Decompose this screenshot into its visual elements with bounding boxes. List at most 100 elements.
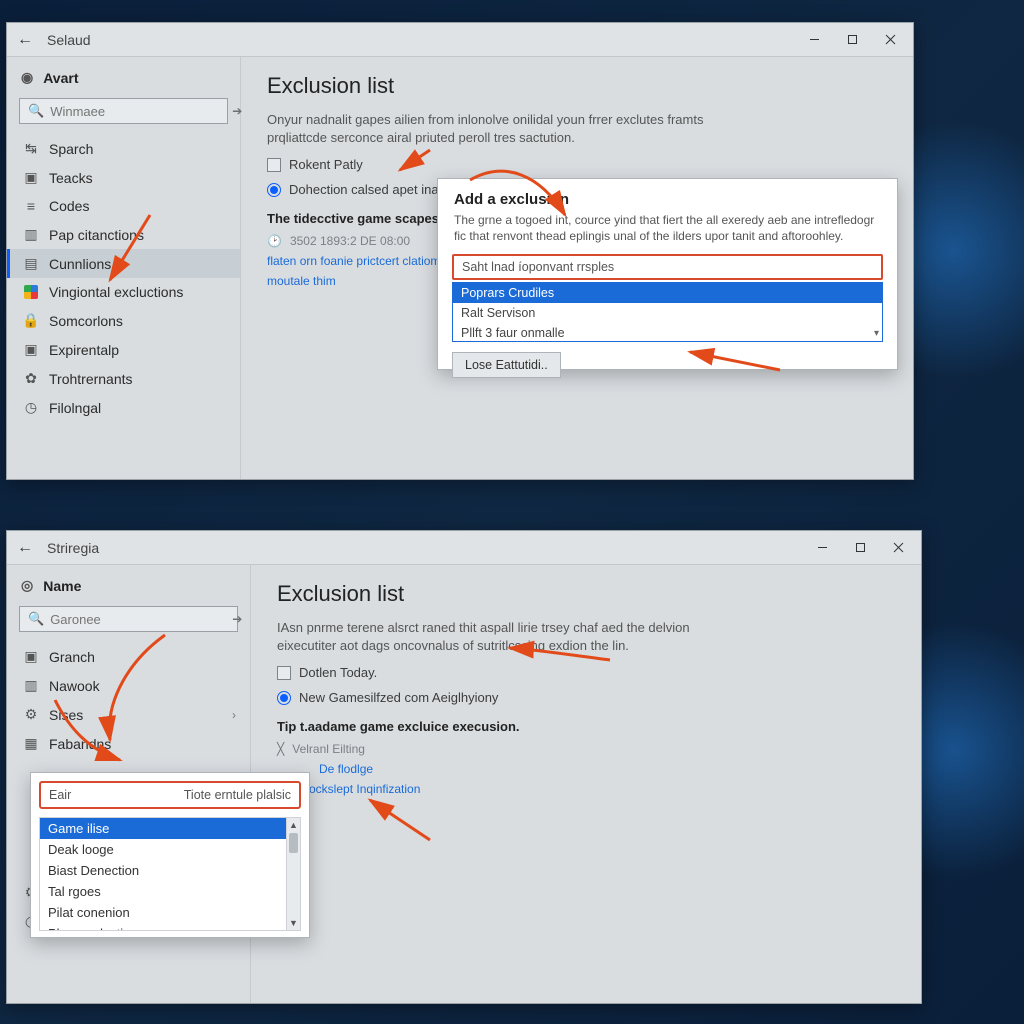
nav-icon: ▣ bbox=[23, 648, 39, 665]
sidebar-header: Name bbox=[43, 578, 81, 594]
maximize-button[interactable] bbox=[841, 534, 879, 562]
exclusion-type-input[interactable]: Saht lnad íoponvant rrsples bbox=[452, 254, 883, 280]
search-go-icon[interactable]: ➔ bbox=[232, 612, 242, 626]
scrollbar[interactable]: ▲ ▼ bbox=[286, 818, 300, 930]
window-controls bbox=[795, 26, 909, 54]
dropdown-option[interactable]: Pllft 3 faur onmalle bbox=[453, 323, 882, 342]
nav-icon: ⚙ bbox=[23, 706, 39, 723]
dropdown-option[interactable]: Poprars Crudiles bbox=[453, 283, 882, 303]
page-description: IAsn pnrme terene alsrct raned thit aspa… bbox=[277, 619, 737, 655]
sidebar-item-label: Trohtrernants bbox=[49, 371, 133, 387]
sidebar: ◉ Avart 🔍 ➔ ↹Sparch▣Teacks≡Codes▥Pap cit… bbox=[7, 57, 241, 479]
sidebar-item[interactable]: Vingiontal excluctions bbox=[7, 278, 240, 306]
search-input[interactable]: 🔍 ➔ bbox=[19, 98, 228, 124]
sidebar-item[interactable]: 🔒Somcorlons bbox=[7, 306, 240, 335]
checkbox-icon[interactable] bbox=[267, 158, 281, 172]
back-icon[interactable]: ← bbox=[17, 539, 33, 557]
search-field[interactable] bbox=[50, 104, 226, 119]
nav-icon: ▣ bbox=[23, 169, 39, 186]
sidebar-item-label: Expirentalp bbox=[49, 342, 119, 358]
sidebar-item[interactable]: ≡ Codes bbox=[7, 192, 240, 220]
minimize-button[interactable] bbox=[803, 534, 841, 562]
sidebar-item-label: Sparch bbox=[49, 141, 93, 157]
meta-text: Velranl Eilting bbox=[292, 742, 365, 756]
sidebar-item[interactable]: ▣Teacks bbox=[7, 163, 240, 192]
sidebar-item[interactable]: ◷ Filolngal bbox=[7, 393, 240, 422]
sidebar-item[interactable]: ▦Fabandns bbox=[7, 729, 250, 758]
radio-label: New Gamesilfzed com Aeiglhyiony bbox=[299, 690, 498, 705]
tag-icon: ╳ bbox=[277, 742, 284, 756]
exclusion-type-dropdown[interactable]: ▾ Poprars CrudilesRalt ServisonPllft 3 f… bbox=[452, 282, 883, 342]
dialog-action-button[interactable]: Lose Eattutidi.. bbox=[452, 352, 561, 378]
sidebar-header: Avart bbox=[43, 70, 78, 86]
dropdown-option[interactable]: Deak looge bbox=[40, 839, 300, 860]
sidebar-item-label: Sises bbox=[49, 707, 83, 723]
back-icon[interactable]: ← bbox=[17, 31, 33, 49]
chevron-right-icon: › bbox=[232, 708, 236, 722]
dropdown-option[interactable]: Pilat conenion bbox=[40, 902, 300, 923]
filter-option-list[interactable]: Game iliseDeak loogeBiast DenectionTal r… bbox=[40, 818, 300, 930]
page-title: Exclusion list bbox=[277, 581, 895, 607]
search-field[interactable] bbox=[50, 612, 226, 627]
nav-icon: ▤ bbox=[23, 255, 39, 272]
dropdown-option[interactable]: Game ilise bbox=[40, 818, 300, 839]
sidebar-item[interactable]: ✿ Trohtrernants bbox=[7, 364, 240, 393]
nav-icon: 🔒 bbox=[23, 312, 39, 329]
filter-input[interactable]: Eair Tiote erntule plalsic bbox=[39, 781, 301, 809]
sidebar-item[interactable]: ↹ Sparch bbox=[7, 134, 240, 163]
home-icon: ◎ bbox=[21, 577, 33, 594]
link-secondary[interactable]: ockslept Inqinfization bbox=[309, 782, 895, 796]
sidebar-item-label: Vingiontal excluctions bbox=[49, 284, 183, 300]
dropdown-option[interactable]: Tal rgoes bbox=[40, 881, 300, 902]
dialog-title: Add a exclusion bbox=[438, 179, 897, 212]
link-primary[interactable]: De flodlge bbox=[319, 762, 895, 776]
nav-icon: ↹ bbox=[23, 140, 39, 157]
dropdown-option[interactable]: Plese rodestion. bbox=[40, 923, 300, 930]
sidebar-item[interactable]: ▣ Expirentalp bbox=[7, 335, 240, 364]
minimize-button[interactable] bbox=[795, 26, 833, 54]
close-button[interactable] bbox=[871, 26, 909, 54]
clock-icon: 🕑 bbox=[267, 234, 282, 248]
sidebar-item-label: Cunnlions bbox=[49, 256, 111, 272]
close-button[interactable] bbox=[879, 534, 917, 562]
titlebar: ← Selaud bbox=[7, 23, 913, 57]
sidebar-item[interactable]: ▥Pap citanctions bbox=[7, 220, 240, 249]
nav-icon: ◷ bbox=[23, 399, 39, 416]
nav-icon: ▣ bbox=[23, 341, 39, 358]
sidebar-item[interactable]: ⚙ Sises › bbox=[7, 700, 250, 729]
scroll-thumb[interactable] bbox=[289, 833, 298, 853]
checkbox-row[interactable]: Dotlen Today. bbox=[277, 665, 895, 680]
sidebar-item-label: Filolngal bbox=[49, 400, 101, 416]
dropdown-option[interactable]: Biast Denection bbox=[40, 860, 300, 881]
sidebar-item[interactable]: ▣ Granch bbox=[7, 642, 250, 671]
nav-icon: ≡ bbox=[23, 198, 39, 214]
add-exclusion-dialog: Add a exclusion The grne a togoed int, c… bbox=[437, 178, 898, 370]
sidebar-item-label: Pap citanctions bbox=[49, 227, 144, 243]
radio-row[interactable]: New Gamesilfzed com Aeiglhyiony bbox=[277, 690, 895, 705]
scroll-down-icon[interactable]: ▼ bbox=[287, 916, 300, 930]
window-title: Striregia bbox=[47, 540, 99, 556]
checkbox-row[interactable]: Rokent Patly bbox=[267, 157, 887, 172]
page-title: Exclusion list bbox=[267, 73, 887, 99]
chevron-down-icon[interactable]: ▾ bbox=[874, 328, 879, 339]
sidebar-item-label: Granch bbox=[49, 649, 95, 665]
radio-icon[interactable] bbox=[267, 183, 281, 197]
scroll-up-icon[interactable]: ▲ bbox=[287, 818, 300, 832]
dropdown-option[interactable]: Ralt Servison bbox=[453, 303, 882, 323]
radio-icon[interactable] bbox=[277, 691, 291, 705]
nav-icon: ▥ bbox=[23, 677, 39, 694]
window-title: Selaud bbox=[47, 32, 91, 48]
sidebar-item-label: Fabandns bbox=[49, 736, 111, 752]
checkbox-label: Rokent Patly bbox=[289, 157, 363, 172]
content-pane: Exclusion list IAsn pnrme terene alsrct … bbox=[251, 565, 921, 1003]
nav-icon: ✿ bbox=[23, 370, 39, 387]
search-input[interactable]: 🔍 ➔ bbox=[19, 606, 238, 632]
sidebar-item[interactable]: ▥Nawook bbox=[7, 671, 250, 700]
checkbox-icon[interactable] bbox=[277, 666, 291, 680]
maximize-button[interactable] bbox=[833, 26, 871, 54]
sidebar-item[interactable]: ▤ Cunnlions bbox=[7, 249, 240, 278]
filter-dropdown-popup: Eair Tiote erntule plalsic Game iliseDea… bbox=[30, 772, 310, 938]
page-description: Onyur nadnalit gapes ailien from inlonol… bbox=[267, 111, 727, 147]
color-icon bbox=[23, 285, 39, 299]
sidebar-item-label: Codes bbox=[49, 198, 89, 214]
